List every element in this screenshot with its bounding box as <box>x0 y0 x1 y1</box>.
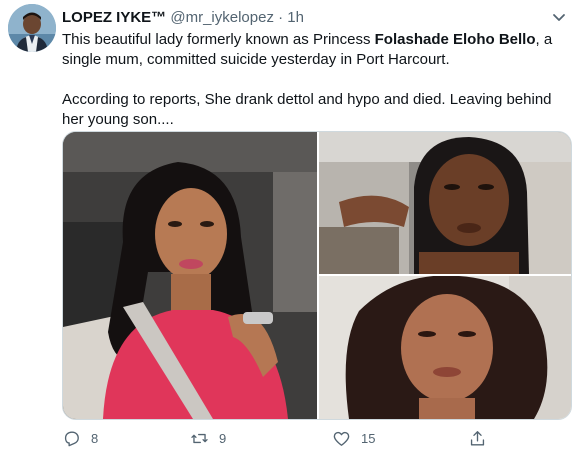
share-icon <box>470 430 485 446</box>
retweet-button[interactable]: 9 <box>190 424 226 452</box>
tweet-photo-1[interactable] <box>63 132 317 419</box>
tweet-text-intro: This beautiful lady formerly known as Pr… <box>62 31 375 48</box>
tweet-actions: 8 9 15 <box>62 424 568 452</box>
tweet-text-bold-name: Folashade Eloho Bello <box>374 31 536 48</box>
tweet-photo-3[interactable] <box>319 276 571 419</box>
avatar[interactable] <box>8 4 56 52</box>
tweet-paragraph-1: This beautiful lady formerly known as Pr… <box>62 30 568 70</box>
meta-separator: · <box>278 9 284 26</box>
tweet-header: LOPEZ IYKE™ @mr_iykelopez · 1h <box>62 8 304 28</box>
tweet-photo-2[interactable] <box>319 132 571 274</box>
heart-icon <box>333 431 350 446</box>
reply-count: 8 <box>91 430 99 446</box>
chevron-down-icon[interactable] <box>550 8 568 26</box>
like-count: 15 <box>361 430 376 446</box>
tweet-timestamp[interactable]: 1h <box>287 9 304 26</box>
retweet-icon <box>191 433 208 443</box>
share-button[interactable] <box>468 424 497 452</box>
like-button[interactable]: 15 <box>332 424 375 452</box>
tweet-media-grid <box>62 131 572 420</box>
reply-icon <box>64 430 79 446</box>
tweet-text: This beautiful lady formerly known as Pr… <box>62 30 568 130</box>
reply-button[interactable]: 8 <box>62 424 98 452</box>
display-name[interactable]: LOPEZ IYKE™ <box>62 9 166 26</box>
user-handle[interactable]: @mr_iykelopez <box>170 9 274 26</box>
tweet-paragraph-2: According to reports, She drank dettol a… <box>62 91 552 128</box>
retweet-count: 9 <box>219 430 227 446</box>
